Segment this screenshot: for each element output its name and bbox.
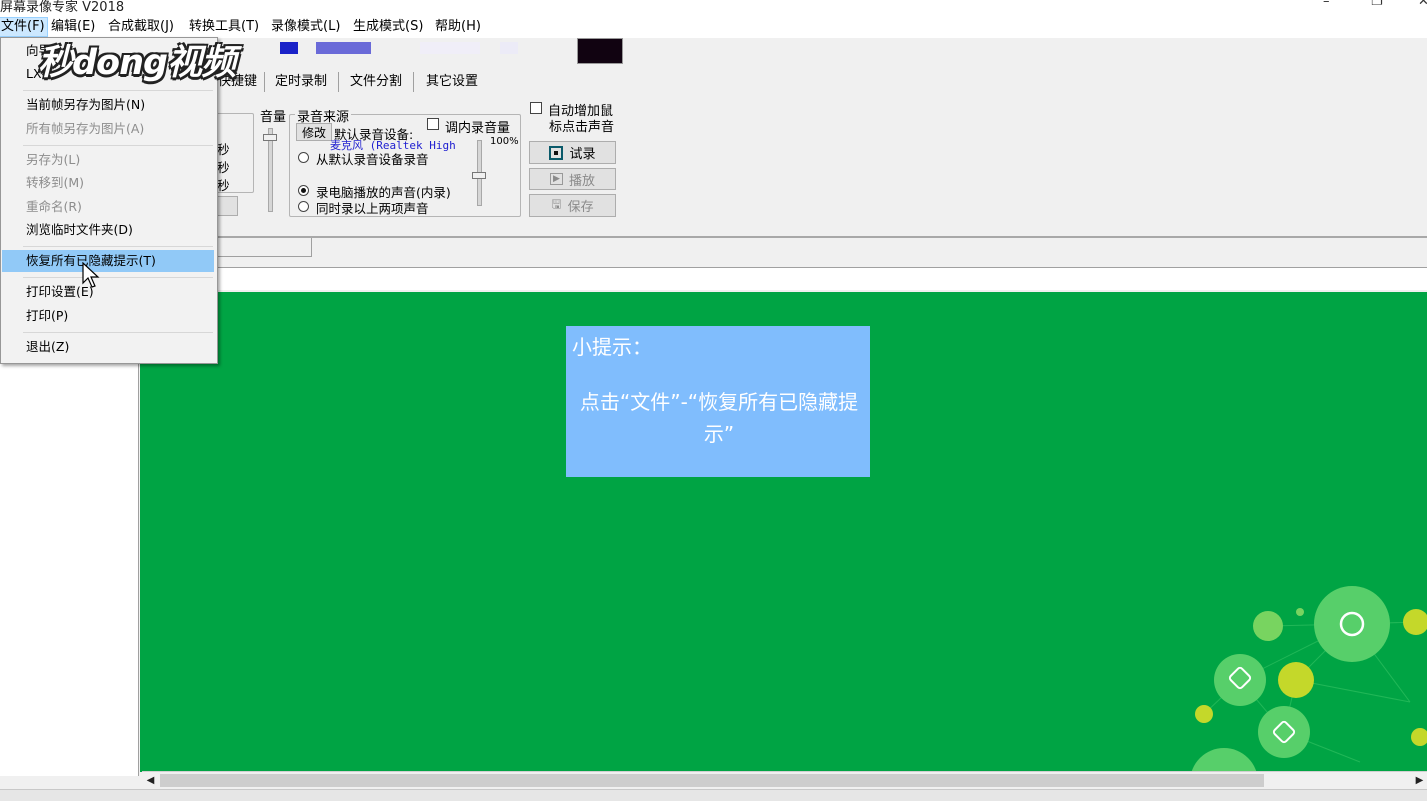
scroll-thumb[interactable] [160, 774, 1264, 787]
radio-both-sources-label: 同时录以上两项声音 [316, 201, 429, 216]
decor-circles [1191, 586, 1427, 772]
hint-box: 小提示： 点击“文件”-“恢复所有已隐藏提示” [566, 326, 870, 477]
internal-volume-label: 调内录音量 [445, 121, 511, 136]
scroll-left-arrow[interactable]: ◀ [143, 773, 158, 788]
panel-divider [140, 236, 1427, 238]
save-icon: 🖫 [551, 197, 562, 211]
toolbar-icon-faded-2[interactable] [500, 42, 518, 54]
menu-item-save-as[interactable]: 另存为(L) [2, 149, 214, 171]
radio-system-audio[interactable] [298, 185, 309, 196]
menu-help[interactable]: 帮助(H) [433, 18, 483, 36]
menu-item-exit[interactable]: 退出(Z) [2, 336, 214, 358]
menu-item-save-current-frame[interactable]: 当前帧另存为图片(N) [2, 94, 214, 116]
record-icon [549, 145, 564, 160]
color-swatch[interactable] [577, 38, 623, 64]
time-unit-3: 秒 [217, 178, 230, 193]
internal-volume-slider-thumb[interactable] [472, 172, 486, 179]
minimize-button[interactable]: – [1323, 0, 1330, 9]
internal-volume-percent: 100% [490, 136, 519, 147]
menu-item-print-setup[interactable]: 打印设置(E) [2, 281, 214, 303]
menu-item-rename[interactable]: 重命名(R) [2, 196, 214, 218]
play-icon: ▶ [550, 173, 563, 185]
toolbar-icon-blue[interactable] [280, 42, 298, 54]
tab-scheduled-record[interactable]: 定时录制 [269, 72, 333, 92]
play-button[interactable]: ▶ 播放 [529, 168, 616, 190]
scroll-right-arrow[interactable]: ▶ [1412, 773, 1427, 788]
click-sound-label-2: 标点击声音 [549, 120, 615, 135]
time-unit-2: 秒 [217, 160, 230, 175]
menu-item-move-to[interactable]: 转移到(M) [2, 172, 214, 194]
menu-convert-tools[interactable]: 转换工具(T) [187, 18, 261, 36]
tab-other-settings[interactable]: 其它设置 [420, 72, 484, 92]
play-label: 播放 [568, 173, 595, 189]
hint-title: 小提示： [572, 335, 652, 359]
menu-item-restore-hints[interactable]: 恢复所有已隐藏提示(T) [2, 250, 214, 272]
click-sound-checkbox[interactable] [530, 102, 542, 114]
menu-bar: 文件(F) 编辑(E) 合成截取(J) 转换工具(T) 录像模式(L) 生成模式… [0, 14, 1427, 38]
hint-text: 点击“文件”-“恢复所有已隐藏提示” [579, 390, 859, 446]
volume-label: 音量 [260, 110, 287, 125]
save-button[interactable]: 🖫 保存 [529, 194, 616, 217]
tab-file-split[interactable]: 文件分割 [344, 72, 408, 92]
frame-strip [140, 268, 1427, 290]
modify-device-button[interactable]: 修改 [296, 123, 332, 141]
test-record-button[interactable]: 试录 [529, 141, 616, 164]
preview-area: 小提示： 点击“文件”-“恢复所有已隐藏提示” [140, 292, 1427, 772]
title-bar: 屏幕录像专家 V2018 – ❐ ✕ [0, 0, 1427, 14]
toolbar-icon-faded[interactable] [420, 42, 480, 54]
menu-item-print[interactable]: 打印(P) [2, 305, 214, 327]
time-unit-1: 秒 [217, 142, 230, 157]
menu-file[interactable]: 文件(F) [0, 17, 48, 37]
toolbar-icon-purple[interactable] [316, 42, 371, 54]
horizontal-scrollbar[interactable]: ◀ ▶ [142, 771, 1427, 789]
maximize-button[interactable]: ❐ [1371, 0, 1383, 9]
mouse-cursor-icon [82, 262, 100, 288]
internal-volume-checkbox[interactable] [427, 118, 439, 130]
watermark-logo: 秒dong视频 [38, 43, 236, 83]
menu-generate-mode[interactable]: 生成模式(S) [351, 18, 425, 36]
radio-both-sources[interactable] [298, 201, 309, 212]
menu-item-browse-temp[interactable]: 浏览临时文件夹(D) [2, 219, 214, 241]
menu-item-save-all-frames[interactable]: 所有帧另存为图片(A) [2, 118, 214, 140]
window-title: 屏幕录像专家 V2018 [0, 0, 125, 14]
save-label: 保存 [567, 200, 594, 215]
close-button[interactable]: ✕ [1418, 0, 1427, 9]
status-bar [0, 789, 1427, 801]
menu-record-mode[interactable]: 录像模式(L) [269, 18, 342, 36]
menu-edit[interactable]: 编辑(E) [49, 18, 97, 36]
radio-default-device-label: 从默认录音设备录音 [316, 152, 429, 167]
test-record-label: 试录 [569, 147, 596, 162]
menu-compose-cut[interactable]: 合成截取(J) [106, 18, 176, 36]
radio-default-device[interactable] [298, 152, 309, 163]
volume-slider-thumb[interactable] [263, 134, 277, 141]
